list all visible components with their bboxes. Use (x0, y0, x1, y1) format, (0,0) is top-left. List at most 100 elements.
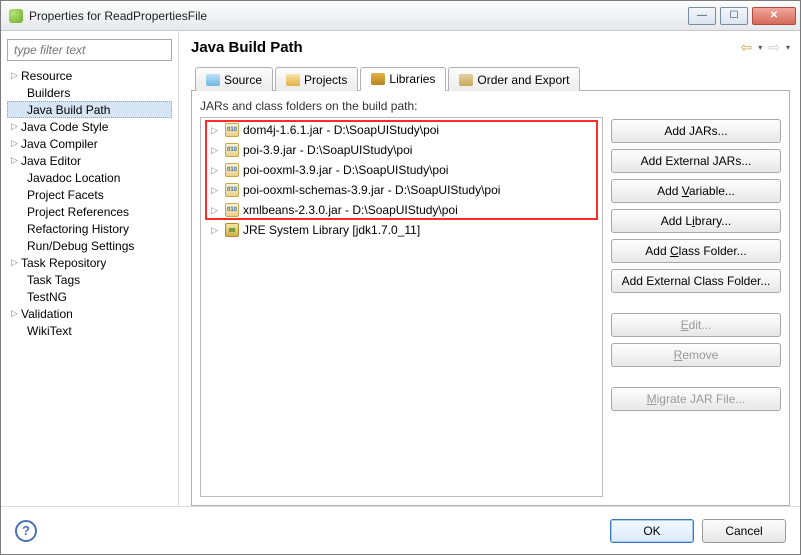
button-column: Add JARs... Add External JARs... Add Var… (611, 117, 781, 497)
tab-label: Order and Export (477, 73, 569, 87)
add-external-jars-button[interactable]: Add External JARs... (611, 149, 781, 173)
twisty-icon[interactable]: ▷ (211, 185, 221, 196)
sidebar: ▷ResourceBuildersJava Build Path▷Java Co… (1, 31, 179, 506)
add-class-folder-button[interactable]: Add Class Folder... (611, 239, 781, 263)
sidebar-item[interactable]: Project References (7, 203, 172, 220)
window-icon (9, 9, 23, 23)
sidebar-item[interactable]: WikiText (7, 322, 172, 339)
twisty-icon[interactable]: ▷ (11, 70, 21, 81)
source-icon (206, 74, 220, 86)
sidebar-item-label: Validation (21, 307, 73, 321)
sidebar-item[interactable]: Java Build Path (7, 101, 172, 118)
sidebar-item[interactable]: ▷Validation (7, 305, 172, 322)
maximize-button[interactable]: ☐ (720, 7, 748, 25)
sidebar-item-label: Run/Debug Settings (27, 239, 134, 253)
sidebar-item-label: Task Repository (21, 256, 106, 270)
library-item[interactable]: ▷ 010 xmlbeans-2.3.0.jar - D:\SoapUIStudy\… (203, 200, 600, 220)
page-title: Java Build Path (191, 39, 741, 56)
jar-icon: 010 (225, 203, 239, 217)
cancel-button[interactable]: Cancel (702, 519, 786, 543)
library-item[interactable]: ▷ 010 poi-3.9.jar - D:\SoapUIStudy\poi (203, 140, 600, 160)
sidebar-item[interactable]: Task Tags (7, 271, 172, 288)
sidebar-item-label: Javadoc Location (27, 171, 120, 185)
sidebar-item[interactable]: ▷Resource (7, 67, 172, 84)
sidebar-item[interactable]: Run/Debug Settings (7, 237, 172, 254)
library-item[interactable]: ▷JRE System Library [jdk1.7.0_11] (203, 220, 600, 240)
sidebar-item[interactable]: ▷Task Repository (7, 254, 172, 271)
main-panel: Java Build Path ⇦ ▾ ⇨ ▾ Source Projects … (179, 31, 800, 506)
tab-source[interactable]: Source (195, 67, 273, 91)
add-jars-button[interactable]: Add JARs... (611, 119, 781, 143)
sidebar-item[interactable]: Project Facets (7, 186, 172, 203)
twisty-icon[interactable]: ▷ (211, 125, 221, 136)
library-item[interactable]: ▷010poi-ooxml-3.9.jar - D:\SoapUIStudy\p… (203, 160, 600, 180)
sidebar-item-label: Builders (27, 86, 70, 100)
migrate-jar-button: Migrate JAR File... (611, 387, 781, 411)
twisty-icon[interactable]: ▷ (211, 205, 221, 216)
tab-libraries[interactable]: Libraries (360, 67, 446, 91)
twisty-icon[interactable]: ▷ (11, 138, 21, 149)
filter-input[interactable] (7, 39, 172, 61)
sidebar-item[interactable]: ▷Java Code Style (7, 118, 172, 135)
order-icon (459, 74, 473, 86)
minimize-button[interactable]: — (688, 7, 716, 25)
sidebar-item-label: WikiText (27, 324, 72, 338)
back-menu-icon[interactable]: ▾ (758, 43, 762, 52)
window-title: Properties for ReadPropertiesFile (29, 9, 688, 23)
library-item-label: dom4j-1.6.1.jar - D:\SoapUIStudy\poi (243, 123, 439, 137)
view-menu-icon[interactable]: ▾ (786, 43, 790, 52)
jar-icon: 010 (225, 143, 239, 157)
projects-icon (286, 74, 300, 86)
ok-button[interactable]: OK (610, 519, 694, 543)
nav-arrows: ⇦ ▾ ⇨ ▾ (741, 39, 791, 56)
twisty-icon[interactable]: ▷ (211, 165, 221, 176)
libs-area: ▷ 010 dom4j-1.6.1.jar - D:\SoapUIStudy\poi… (200, 117, 781, 497)
back-icon[interactable]: ⇦ (741, 39, 753, 56)
twisty-icon[interactable]: ▷ (11, 155, 21, 166)
library-item-label: xmlbeans-2.3.0.jar - D:\SoapUIStudy\poi (243, 203, 458, 217)
sidebar-item-label: Resource (21, 69, 72, 83)
library-item-label: poi-3.9.jar - D:\SoapUIStudy\poi (243, 143, 412, 157)
sidebar-item[interactable]: ▷Java Compiler (7, 135, 172, 152)
twisty-icon[interactable]: ▷ (11, 308, 21, 319)
add-library-button[interactable]: Add Library... (611, 209, 781, 233)
libs-description: JARs and class folders on the build path… (200, 99, 781, 113)
jar-icon: 010 (225, 183, 239, 197)
main-content: ▷ResourceBuildersJava Build Path▷Java Co… (1, 31, 800, 506)
sidebar-item[interactable]: ▷Java Editor (7, 152, 172, 169)
sidebar-item-label: Java Editor (21, 154, 81, 168)
sidebar-item-label: Java Compiler (21, 137, 98, 151)
forward-icon: ⇨ (768, 39, 780, 56)
sidebar-item-label: Project References (27, 205, 129, 219)
sidebar-item[interactable]: TestNG (7, 288, 172, 305)
library-item[interactable]: ▷ 010 dom4j-1.6.1.jar - D:\SoapUIStudy\poi (203, 120, 600, 140)
edit-button: Edit... (611, 313, 781, 337)
tab-label: Projects (304, 73, 347, 87)
twisty-icon[interactable]: ▷ (11, 121, 21, 132)
sidebar-item[interactable]: Refactoring History (7, 220, 172, 237)
twisty-icon[interactable]: ▷ (211, 145, 221, 156)
window-controls: — ☐ ✕ (688, 7, 796, 25)
tab-order-export[interactable]: Order and Export (448, 67, 580, 91)
twisty-icon[interactable]: ▷ (211, 225, 221, 236)
libraries-icon (371, 73, 385, 85)
sidebar-item[interactable]: Builders (7, 84, 172, 101)
libraries-list[interactable]: ▷ 010 dom4j-1.6.1.jar - D:\SoapUIStudy\poi… (200, 117, 603, 497)
jar-icon: 010 (225, 123, 239, 137)
bottom-bar: ? OK Cancel (1, 506, 800, 554)
library-item[interactable]: ▷ 010 poi-ooxml-schemas-3.9.jar - D:\SoapU… (203, 180, 600, 200)
close-button[interactable]: ✕ (752, 7, 796, 25)
sidebar-item-label: Java Build Path (27, 103, 110, 117)
sidebar-item-label: Task Tags (27, 273, 80, 287)
help-button[interactable]: ? (15, 520, 37, 542)
twisty-icon[interactable]: ▷ (11, 257, 21, 268)
titlebar: Properties for ReadPropertiesFile — ☐ ✕ (1, 1, 800, 31)
add-variable-button[interactable]: Add Variable... (611, 179, 781, 203)
library-icon (225, 223, 239, 237)
category-tree[interactable]: ▷ResourceBuildersJava Build Path▷Java Co… (7, 67, 172, 500)
tabbar: Source Projects Libraries Order and Expo… (191, 66, 790, 91)
add-external-class-folder-button[interactable]: Add External Class Folder... (611, 269, 781, 293)
sidebar-item[interactable]: Javadoc Location (7, 169, 172, 186)
library-item-label: poi-ooxml-schemas-3.9.jar - D:\SoapUIStu… (243, 183, 500, 197)
tab-projects[interactable]: Projects (275, 67, 358, 91)
